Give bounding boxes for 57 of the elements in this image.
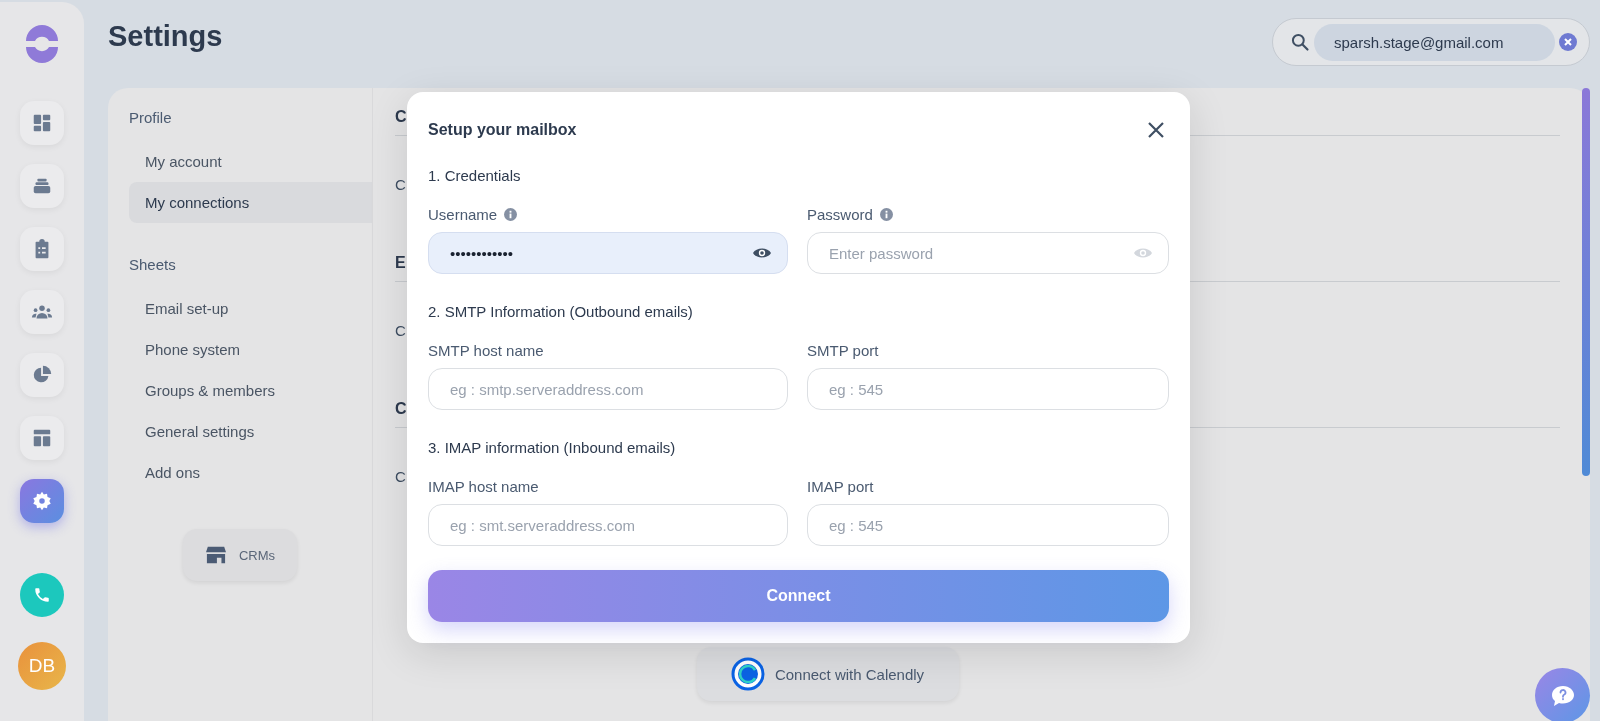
input-field[interactable]: eg : smt.serveraddress.com <box>428 504 788 546</box>
phone-icon <box>33 586 51 604</box>
settings-nav-item[interactable]: General settings <box>129 411 372 452</box>
settings-nav-item[interactable]: Add ons <box>129 452 372 493</box>
settings-icon <box>31 490 53 512</box>
nav-button[interactable] <box>20 290 64 334</box>
row-label: C <box>395 468 406 485</box>
layout-icon <box>31 427 53 449</box>
scrollbar[interactable] <box>1582 88 1590 476</box>
settings-nav-item[interactable]: My connections <box>129 182 372 223</box>
nav-button[interactable] <box>20 164 64 208</box>
settings-nav-item[interactable]: Phone system <box>129 329 372 370</box>
dialog-title: Setup your mailbox <box>428 121 577 139</box>
chat-help-icon <box>1549 683 1576 708</box>
field-label: IMAP host name <box>428 477 539 495</box>
nav-button[interactable] <box>20 227 64 271</box>
calendly-button[interactable]: Connect with Calendly <box>696 647 959 701</box>
row-label: C <box>395 176 406 193</box>
search-field[interactable]: sparsh.stage@gmail.com <box>1272 18 1590 66</box>
nav-button[interactable] <box>20 101 64 145</box>
eye-icon[interactable] <box>752 246 772 260</box>
section-heading: 1. Credentials <box>428 166 522 186</box>
input-field[interactable]: eg : smtp.serveraddress.com <box>428 368 788 410</box>
input-field[interactable]: Enter password <box>807 232 1169 274</box>
clear-icon[interactable] <box>1559 33 1577 51</box>
page-title: Settings <box>108 19 223 53</box>
section-heading: C <box>395 108 407 125</box>
nav-heading: Sheets <box>129 256 177 275</box>
nav-button[interactable] <box>20 353 64 397</box>
info-icon[interactable] <box>504 207 518 221</box>
input-field[interactable]: eg : 545 <box>807 368 1169 410</box>
section-heading: 3. IMAP information (Inbound emails) <box>428 438 677 458</box>
crms-button[interactable]: CRMs <box>183 529 297 581</box>
calendar-logo-icon <box>730 657 765 691</box>
section-heading: E <box>395 254 406 271</box>
settings-nav-item[interactable]: Email set-up <box>129 288 372 329</box>
input-field[interactable]: •••••••••••• <box>428 232 788 274</box>
field-label: SMTP host name <box>428 341 544 359</box>
field-label: IMAP port <box>807 477 874 495</box>
nav-button[interactable] <box>20 416 64 460</box>
row-label: C <box>395 322 406 339</box>
field-label: Password <box>807 205 873 223</box>
settings-nav-item[interactable]: My account <box>129 141 372 182</box>
section-heading: C <box>395 400 407 417</box>
section-heading: 2. SMTP Information (Outbound emails) <box>428 302 694 322</box>
nav-heading: Profile <box>129 109 173 128</box>
field-label: Username <box>428 205 498 223</box>
close-icon <box>1147 121 1165 139</box>
input-field[interactable]: eg : 545 <box>807 504 1169 546</box>
search-icon <box>1290 32 1310 52</box>
info-icon[interactable] <box>879 207 893 221</box>
store-icon <box>204 545 227 565</box>
settings-button[interactable] <box>20 479 64 523</box>
settings-nav-item[interactable]: Groups & members <box>129 370 372 411</box>
search-chip: sparsh.stage@gmail.com <box>1314 23 1555 61</box>
dashboard-icon <box>31 112 53 134</box>
field-label: SMTP port <box>807 341 879 359</box>
